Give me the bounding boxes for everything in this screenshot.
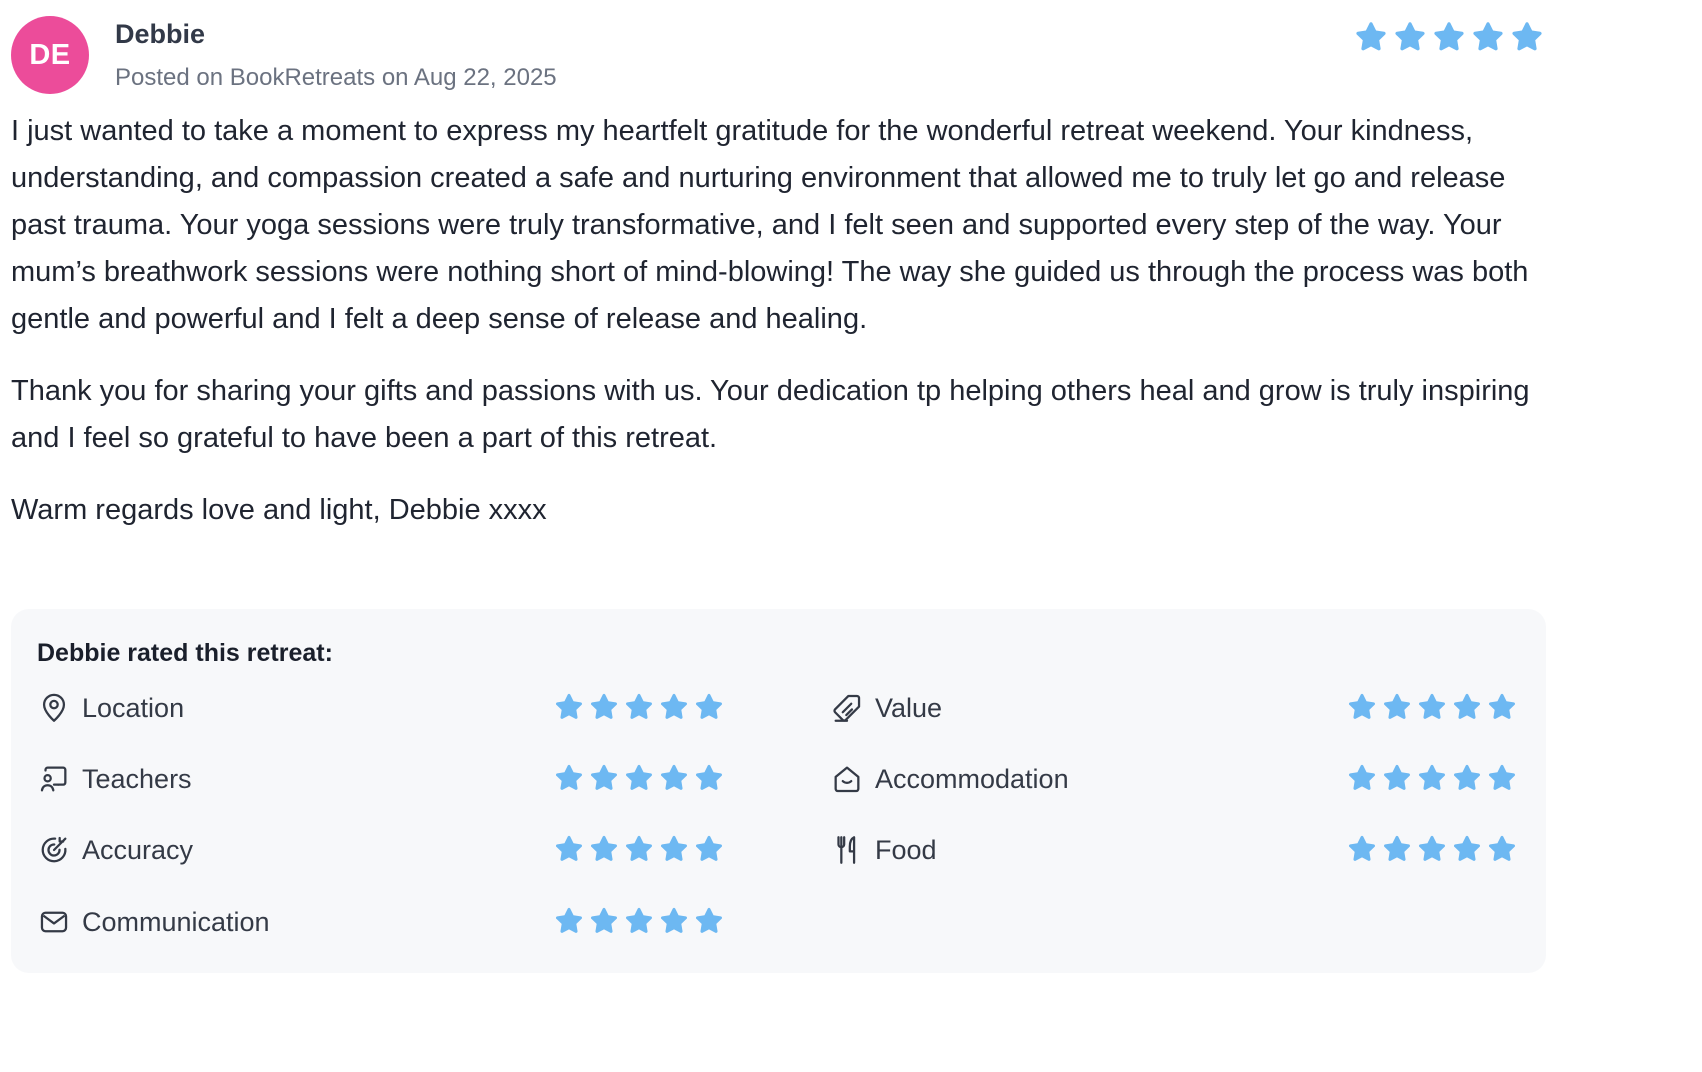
star-icon bbox=[590, 764, 618, 790]
star-icon bbox=[590, 693, 618, 719]
star-icon bbox=[555, 907, 583, 933]
star-icon bbox=[1453, 764, 1481, 790]
star-icon bbox=[695, 764, 723, 790]
rating-row-accommodation: Accommodation bbox=[830, 760, 1520, 800]
rating-label: Communication bbox=[82, 907, 270, 937]
star-icon bbox=[1383, 764, 1411, 790]
review-body: I just wanted to take a moment to expres… bbox=[11, 108, 1549, 559]
rating-row-value: Value bbox=[830, 689, 1520, 729]
star-icon bbox=[590, 907, 618, 933]
star-icon bbox=[660, 907, 688, 933]
rating-label: Teachers bbox=[82, 764, 192, 794]
rating-stars bbox=[1346, 691, 1518, 723]
star-icon bbox=[1512, 22, 1542, 51]
rating-row-food: Food bbox=[830, 831, 1520, 871]
rating-stars bbox=[1346, 762, 1518, 794]
star-icon bbox=[625, 693, 653, 719]
teacher-board-icon bbox=[37, 762, 71, 796]
star-icon bbox=[660, 764, 688, 790]
star-icon bbox=[1434, 22, 1464, 51]
rating-stars bbox=[1346, 833, 1518, 865]
target-icon bbox=[37, 833, 71, 867]
star-icon bbox=[1356, 22, 1386, 51]
rating-label: Food bbox=[875, 835, 937, 865]
star-icon bbox=[1348, 835, 1376, 861]
rating-stars bbox=[553, 833, 725, 865]
house-icon bbox=[830, 762, 864, 796]
rating-row-communication: Communication bbox=[37, 903, 737, 943]
star-icon bbox=[1383, 693, 1411, 719]
star-icon bbox=[555, 764, 583, 790]
ratings-title: Debbie rated this retreat: bbox=[37, 639, 333, 667]
overall-rating-stars bbox=[1353, 19, 1545, 55]
map-pin-icon bbox=[37, 691, 71, 725]
star-icon bbox=[1348, 693, 1376, 719]
rating-row-teachers: Teachers bbox=[37, 760, 737, 800]
star-icon bbox=[695, 907, 723, 933]
rating-label: Value bbox=[875, 693, 943, 723]
fork-knife-icon bbox=[830, 833, 864, 867]
review-paragraph: Thank you for sharing your gifts and pas… bbox=[11, 375, 1530, 454]
mail-icon bbox=[37, 905, 71, 939]
star-icon bbox=[1348, 764, 1376, 790]
star-icon bbox=[1418, 835, 1446, 861]
star-icon bbox=[1473, 22, 1503, 51]
star-icon bbox=[695, 835, 723, 861]
star-icon bbox=[660, 835, 688, 861]
star-icon bbox=[1383, 835, 1411, 861]
rating-stars bbox=[553, 762, 725, 794]
star-icon bbox=[625, 835, 653, 861]
rating-stars bbox=[553, 905, 725, 937]
rating-row-location: Location bbox=[37, 689, 737, 729]
rating-label: Location bbox=[82, 693, 185, 723]
star-icon bbox=[555, 835, 583, 861]
star-icon bbox=[1395, 22, 1425, 51]
star-icon bbox=[1488, 764, 1516, 790]
star-icon bbox=[590, 835, 618, 861]
ratings-panel: Debbie rated this retreat: Location Teach… bbox=[11, 609, 1546, 973]
rating-stars bbox=[553, 691, 725, 723]
posted-on-text: Posted on BookRetreats on Aug 22, 2025 bbox=[115, 64, 557, 91]
rating-label: Accuracy bbox=[82, 835, 194, 865]
star-icon bbox=[695, 693, 723, 719]
star-icon bbox=[1453, 693, 1481, 719]
star-icon bbox=[1418, 764, 1446, 790]
price-tag-icon bbox=[830, 691, 864, 725]
review-paragraph: I just wanted to take a moment to expres… bbox=[11, 115, 1529, 335]
rating-label: Accommodation bbox=[875, 764, 1069, 794]
star-icon bbox=[1488, 835, 1516, 861]
star-icon bbox=[625, 764, 653, 790]
reviewer-name: Debbie bbox=[115, 19, 206, 49]
star-icon bbox=[1488, 693, 1516, 719]
star-icon bbox=[625, 907, 653, 933]
reviewer-avatar: DE bbox=[11, 16, 89, 94]
star-icon bbox=[555, 693, 583, 719]
star-icon bbox=[1418, 693, 1446, 719]
star-icon bbox=[660, 693, 688, 719]
rating-row-accuracy: Accuracy bbox=[37, 831, 737, 871]
review-paragraph: Warm regards love and light, Debbie xxxx bbox=[11, 494, 547, 526]
star-icon bbox=[1453, 835, 1481, 861]
